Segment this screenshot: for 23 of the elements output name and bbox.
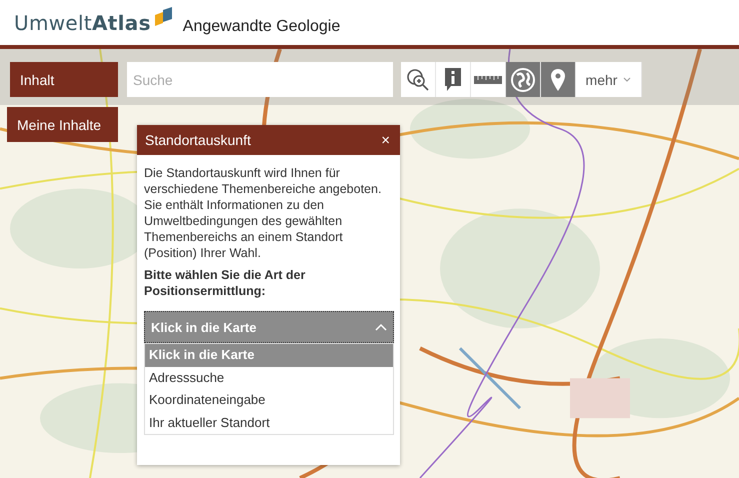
my-content-button[interactable]: Meine Inhalte — [7, 107, 118, 142]
chevron-icon — [623, 76, 632, 82]
location-pin-icon — [550, 68, 566, 92]
logo-text: UmweltAtlas — [14, 10, 151, 34]
info-icon — [443, 66, 463, 92]
description-text: Die Standortauskunft wird Ihnen für verschiedene Themenbereiche angeboten. Sie enthält Informationen zu den Umweltbedingungen des gewählten Themenbereichs an einem Standort (Position) Ihrer Wahl. — [144, 165, 382, 261]
ruler-tool-button[interactable] — [471, 62, 506, 97]
dropdown-option[interactable]: Adresssuche — [145, 366, 393, 389]
prompt-text: Bitte wählen Sie die Art der Positionsermittlung: — [144, 267, 306, 299]
dropdown-option[interactable]: Ihr aktueller Standort — [145, 412, 393, 434]
dropdown-option[interactable]: Koordinateneingabe — [145, 389, 393, 412]
search-field[interactable]: Suche — [127, 62, 393, 97]
chevron-icon — [375, 323, 387, 331]
close-button[interactable]: × — [379, 132, 392, 148]
app-title: Angewandte Geologie — [182, 18, 340, 36]
globe-tool-button[interactable] — [506, 62, 541, 97]
ruler-icon — [474, 76, 502, 84]
globe-zoom-icon — [406, 68, 430, 92]
globe-icon — [510, 66, 536, 92]
pin-tool-button[interactable] — [541, 62, 576, 97]
content-button[interactable]: Inhalt — [10, 62, 118, 97]
logo-icon — [152, 6, 175, 28]
panel-title: Standortauskunft — [145, 132, 251, 148]
